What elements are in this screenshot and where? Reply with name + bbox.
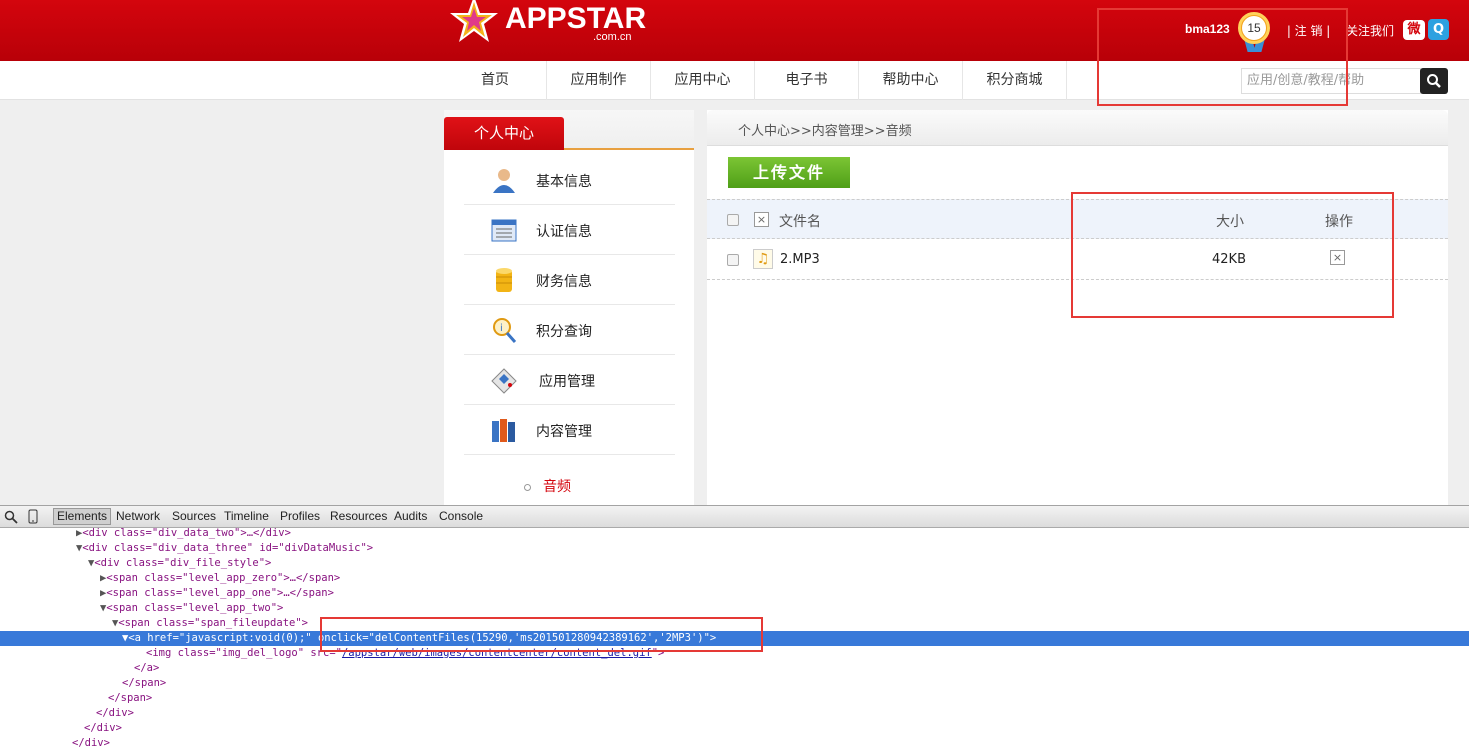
column-header-filename: 文件名 — [779, 214, 821, 230]
annotation-box-file-row — [1071, 192, 1394, 318]
devtools-toolbar: Elements Network Sources Timeline Profil… — [0, 506, 1469, 528]
sidebar-item-label: 认证信息 — [536, 224, 592, 240]
tab-network[interactable]: Network — [116, 509, 160, 523]
dom-line[interactable]: </div> — [96, 706, 134, 721]
dom-line[interactable]: </span> — [122, 676, 166, 691]
breadcrumb-bar: 个人中心>>内容管理>>音频 — [707, 110, 1448, 146]
file-name[interactable]: 2.MP3 — [780, 252, 820, 267]
annotation-box-onclick — [320, 617, 763, 652]
nav-item-home[interactable]: 首页 — [444, 61, 547, 100]
logo-domain: .com.cn — [593, 31, 632, 43]
dom-line[interactable]: </div> — [84, 721, 122, 736]
sidebar-item-label: 积分查询 — [536, 324, 592, 340]
sidebar-item-app-management[interactable]: 应用管理 — [464, 355, 675, 405]
nav-item-help[interactable]: 帮助中心 — [859, 61, 963, 100]
nav-item-ebook[interactable]: 电子书 — [755, 61, 859, 100]
follow-us-link[interactable]: 关注我们 — [1346, 22, 1394, 39]
nav-item-app-make[interactable]: 应用制作 — [547, 61, 651, 100]
dom-line[interactable]: ▶<span class="level_app_zero">…</span> — [100, 571, 340, 586]
nav-item-app-center[interactable]: 应用中心 — [651, 61, 755, 100]
tab-timeline[interactable]: Timeline — [224, 509, 269, 523]
search-button[interactable] — [1420, 68, 1448, 94]
dom-line[interactable]: ▼<span class="span_fileupdate"> — [112, 616, 308, 631]
music-file-icon: ♫ — [753, 249, 773, 269]
search-icon — [1427, 74, 1441, 88]
device-mode-icon[interactable] — [28, 509, 38, 524]
dom-line[interactable]: ▶<div class="div_data_two">…</div> — [76, 526, 291, 541]
dom-line[interactable]: </div> — [72, 736, 110, 751]
sidebar: 个人中心 基本信息 认证信息 财务信息 i 积分查询 应用管理 内容管理 音频 — [444, 110, 694, 505]
sidebar-subitem-label: 音频 — [543, 479, 571, 495]
tab-console[interactable]: Console — [439, 509, 483, 523]
tab-profiles[interactable]: Profiles — [280, 509, 320, 523]
books-icon — [492, 419, 515, 442]
sidebar-item-label: 财务信息 — [536, 274, 592, 290]
breadcrumb: 个人中心>>内容管理>>音频 — [738, 124, 912, 139]
calculator-icon — [491, 368, 517, 394]
tab-elements[interactable]: Elements — [53, 508, 112, 525]
weibo-icon[interactable]: 微 — [1403, 20, 1425, 40]
certificate-icon — [491, 219, 517, 242]
sidebar-subitem-audio[interactable]: 音频 — [524, 476, 571, 496]
dom-line[interactable]: </a> — [134, 661, 159, 676]
upload-file-button[interactable]: 上传文件 — [728, 157, 850, 188]
user-icon — [493, 169, 515, 193]
delete-selected-icon[interactable]: × — [754, 212, 769, 227]
annotation-box-user — [1097, 8, 1348, 106]
bullet-icon — [524, 483, 531, 491]
tab-sources[interactable]: Sources — [172, 509, 216, 523]
sidebar-item-basic-info[interactable]: 基本信息 — [464, 155, 675, 205]
tencent-weibo-icon[interactable]: Q — [1428, 19, 1449, 40]
star-logo-icon[interactable] — [446, 0, 502, 44]
magnifier-icon: i — [493, 318, 517, 343]
dom-line[interactable]: ▶<span class="level_app_one">…</span> — [100, 586, 334, 601]
dom-line[interactable]: ▼<div class="div_file_style"> — [88, 556, 271, 571]
sidebar-item-label: 内容管理 — [536, 424, 592, 440]
select-all-checkbox[interactable] — [727, 214, 739, 226]
svg-text:i: i — [500, 323, 503, 334]
tab-audits[interactable]: Audits — [394, 509, 427, 523]
row-checkbox[interactable] — [727, 254, 739, 266]
dom-line[interactable]: ▼<span class="level_app_two"> — [100, 601, 283, 616]
sidebar-item-content-management[interactable]: 内容管理 — [464, 405, 675, 455]
sidebar-title: 个人中心 — [444, 117, 564, 150]
sidebar-header: 个人中心 — [444, 110, 694, 150]
inspect-search-icon[interactable] — [4, 510, 18, 524]
dom-line[interactable]: </span> — [108, 691, 152, 706]
coins-icon — [496, 268, 512, 292]
sidebar-item-label: 应用管理 — [539, 374, 595, 390]
sidebar-item-certification[interactable]: 认证信息 — [464, 205, 675, 255]
sidebar-item-finance[interactable]: 财务信息 — [464, 255, 675, 305]
sidebar-item-label: 基本信息 — [536, 174, 592, 190]
sidebar-item-points[interactable]: i 积分查询 — [464, 305, 675, 355]
tab-resources[interactable]: Resources — [330, 509, 387, 523]
dom-line[interactable]: ▼<div class="div_data_three" id="divData… — [76, 541, 373, 556]
nav-item-points-mall[interactable]: 积分商城 — [963, 61, 1067, 100]
